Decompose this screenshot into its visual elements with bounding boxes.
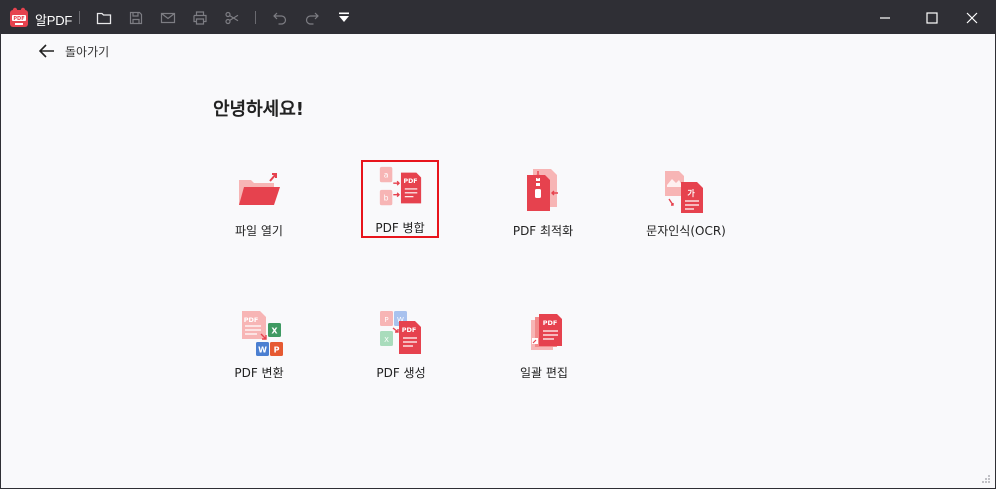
scissors-icon [225,11,239,24]
cut-button[interactable] [221,7,243,28]
svg-text:P: P [384,316,388,324]
resize-grip-icon[interactable] [981,474,991,484]
undo-icon [273,12,287,25]
svg-text:가: 가 [687,188,695,198]
minimize-icon [880,16,890,19]
tool-label: 문자인식(OCR) [646,224,726,238]
svg-text:W: W [258,346,267,355]
tool-label: 일괄 편집 [520,366,568,380]
svg-text:a: a [384,170,389,179]
tool-optimize-pdf[interactable]: PDF 최적화 [504,161,582,239]
batch-edit-icon: PDF [531,314,562,350]
maximize-icon [926,11,938,24]
svg-text:X: X [271,327,278,336]
back-label: 돌아가기 [65,44,110,59]
mail-icon [160,12,176,23]
svg-text:PDF: PDF [244,316,259,324]
toolbar-separator [255,11,256,24]
back-button[interactable]: 돌아가기 [39,43,109,59]
app-window: PDF 알PDF 돌아가기 안녕하세요! 파일 열기 a b PDF PDF 병… [0,0,996,489]
greeting-title: 안녕하세요! [213,99,305,120]
tool-convert-pdf[interactable]: PDF X W P PDF 변환 [220,303,298,381]
folder-icon [96,12,112,24]
svg-text:P: P [274,346,280,355]
svg-text:b: b [384,193,389,202]
minimize-button[interactable] [870,5,900,30]
ocr-icon: 가 [665,171,703,213]
title-bar: PDF 알PDF [1,1,995,34]
tool-ocr[interactable]: 가 문자인식(OCR) [646,161,726,239]
svg-text:PDF: PDF [402,326,417,334]
tool-label: PDF 최적화 [512,224,574,238]
svg-text:PDF: PDF [13,16,24,22]
quick-access-dropdown[interactable] [333,7,355,28]
save-icon [129,11,143,24]
tool-label: PDF 생성 [376,366,426,380]
convert-pdf-icon: PDF X W P [242,311,283,356]
close-icon [966,12,978,23]
app-name: 알PDF [35,13,73,28]
open-folder-icon [239,173,280,205]
tool-merge-pdf[interactable]: a b PDF PDF 병합 [361,160,439,238]
svg-text:PDF: PDF [404,178,418,185]
redo-icon [305,12,319,25]
email-button[interactable] [157,7,179,28]
close-button[interactable] [957,5,987,30]
toolbar-separator [79,11,80,24]
tool-label: PDF 변환 [234,366,284,380]
create-pdf-icon: P W X PDF [380,311,421,354]
printer-icon [193,10,207,25]
merge-pdf-icon: a b PDF [379,166,422,206]
chevron-down-icon [339,12,349,22]
open-folder-button[interactable] [93,7,115,28]
svg-text:X: X [384,336,389,344]
undo-button[interactable] [269,7,291,28]
alpdf-logo-icon: PDF [10,7,28,27]
save-button[interactable] [125,7,147,28]
redo-button[interactable] [301,7,323,28]
tool-create-pdf[interactable]: P W X PDF PDF 생성 [362,303,440,381]
print-button[interactable] [189,7,211,28]
tool-label: 파일 열기 [235,224,283,238]
tool-label: PDF 병합 [375,221,425,235]
compress-pdf-icon [527,169,558,211]
svg-text:PDF: PDF [543,319,558,327]
arrow-left-icon [39,44,54,58]
tool-open-file[interactable]: 파일 열기 [220,161,298,239]
maximize-button[interactable] [917,5,947,30]
tool-batch-edit[interactable]: PDF 일괄 편집 [505,303,583,381]
